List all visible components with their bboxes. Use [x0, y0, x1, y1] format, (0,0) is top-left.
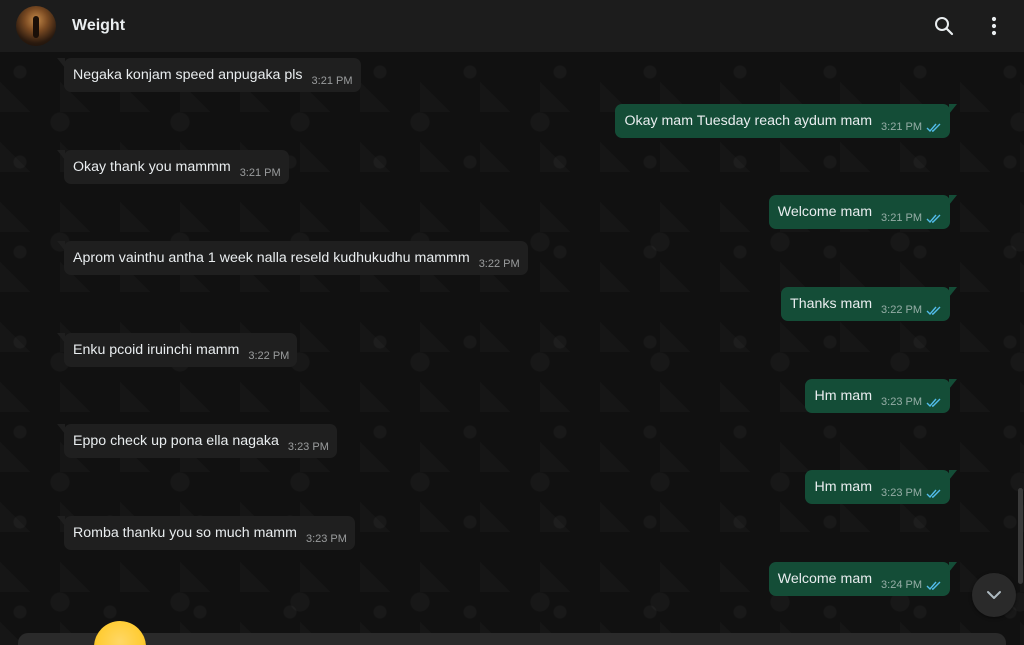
message-text: Aprom vainthu antha 1 week nalla reseld … — [73, 250, 470, 266]
message-meta: 3:21 PM — [881, 212, 942, 224]
message-time: 3:21 PM — [881, 121, 922, 133]
message-text: Hm mam — [814, 388, 873, 404]
incoming-message[interactable]: Okay thank you mammm 3:21 PM — [57, 150, 289, 184]
message-meta: 3:21 PM — [881, 121, 942, 133]
double-check-icon — [926, 489, 941, 499]
message-time: 3:21 PM — [239, 167, 281, 179]
chat-header: Weight — [0, 0, 1024, 52]
message-text: Welcome mam — [777, 204, 873, 220]
message-meta: 3:24 PM — [881, 579, 942, 591]
scroll-to-bottom-button[interactable] — [972, 573, 1016, 617]
search-icon[interactable] — [930, 12, 958, 40]
double-check-icon — [926, 398, 941, 408]
message-time: 3:22 PM — [881, 304, 922, 316]
chat-window: Weight Negaka konjam speed anpugaka pls 3… — [0, 0, 1024, 645]
message-composer[interactable] — [18, 633, 1006, 645]
avatar[interactable] — [16, 6, 56, 46]
outgoing-message[interactable]: Welcome mam 3:21 PM — [768, 195, 958, 229]
message-text: Enku pcoid iruinchi mamm — [73, 342, 240, 358]
message-time: 3:21 PM — [311, 75, 353, 87]
incoming-message[interactable]: Romba thanku you so much mamm 3:23 PM — [57, 516, 355, 550]
message-meta: 3:23 PM — [881, 487, 942, 499]
message-time: 3:21 PM — [881, 212, 922, 224]
double-check-icon — [926, 306, 941, 316]
outgoing-message[interactable]: Thanks mam 3:22 PM — [781, 287, 957, 321]
more-vertical-icon[interactable] — [980, 12, 1008, 40]
message-meta: 3:23 PM — [306, 533, 347, 545]
scrollbar[interactable] — [1018, 488, 1023, 584]
message-time: 3:22 PM — [478, 258, 520, 270]
message-text: Eppo check up pona ella nagaka — [73, 433, 279, 449]
message-meta: 3:22 PM — [479, 258, 520, 270]
message-text: Romba thanku you so much mamm — [73, 525, 297, 541]
message-time: 3:23 PM — [305, 533, 347, 545]
incoming-message[interactable]: Eppo check up pona ella nagaka 3:23 PM — [57, 424, 337, 458]
message-time: 3:23 PM — [287, 441, 329, 453]
message-text: Negaka konjam speed anpugaka pls — [73, 67, 303, 83]
message-meta: 3:21 PM — [240, 167, 281, 179]
message-meta: 3:21 PM — [312, 75, 353, 87]
chat-title[interactable]: Weight — [72, 17, 125, 35]
message-meta: 3:22 PM — [248, 350, 289, 362]
message-time: 3:22 PM — [248, 350, 290, 362]
incoming-message[interactable]: Aprom vainthu antha 1 week nalla reseld … — [57, 241, 528, 275]
message-meta: 3:22 PM — [881, 304, 942, 316]
outgoing-message[interactable]: Hm mam 3:23 PM — [805, 470, 957, 504]
message-text: Welcome mam — [777, 571, 873, 587]
outgoing-message[interactable]: Welcome mam 3:24 PM — [768, 562, 958, 596]
message-meta: 3:23 PM — [881, 396, 942, 408]
message-time: 3:23 PM — [881, 396, 922, 408]
message-list[interactable]: Negaka konjam speed anpugaka pls 3:21 PM O… — [0, 52, 1024, 645]
incoming-message[interactable]: Enku pcoid iruinchi mamm 3:22 PM — [56, 333, 298, 367]
message-text: Hm mam — [814, 479, 873, 495]
message-time: 3:24 PM — [881, 579, 922, 591]
chevron-down-icon — [987, 591, 1001, 599]
message-meta: 3:23 PM — [288, 441, 329, 453]
message-text: Okay mam Tuesday reach aydum mam — [624, 113, 873, 129]
incoming-message[interactable]: Negaka konjam speed anpugaka pls 3:21 PM — [57, 58, 361, 92]
header-actions — [930, 12, 1008, 40]
double-check-icon — [926, 581, 941, 591]
message-text: Okay thank you mammm — [73, 159, 231, 175]
message-text: Thanks mam — [790, 296, 873, 312]
double-check-icon — [926, 123, 941, 133]
outgoing-message[interactable]: Hm mam 3:23 PM — [805, 379, 957, 413]
outgoing-message[interactable]: Okay mam Tuesday reach aydum mam 3:21 PM — [615, 104, 957, 138]
double-check-icon — [926, 214, 941, 224]
message-time: 3:23 PM — [881, 487, 922, 499]
